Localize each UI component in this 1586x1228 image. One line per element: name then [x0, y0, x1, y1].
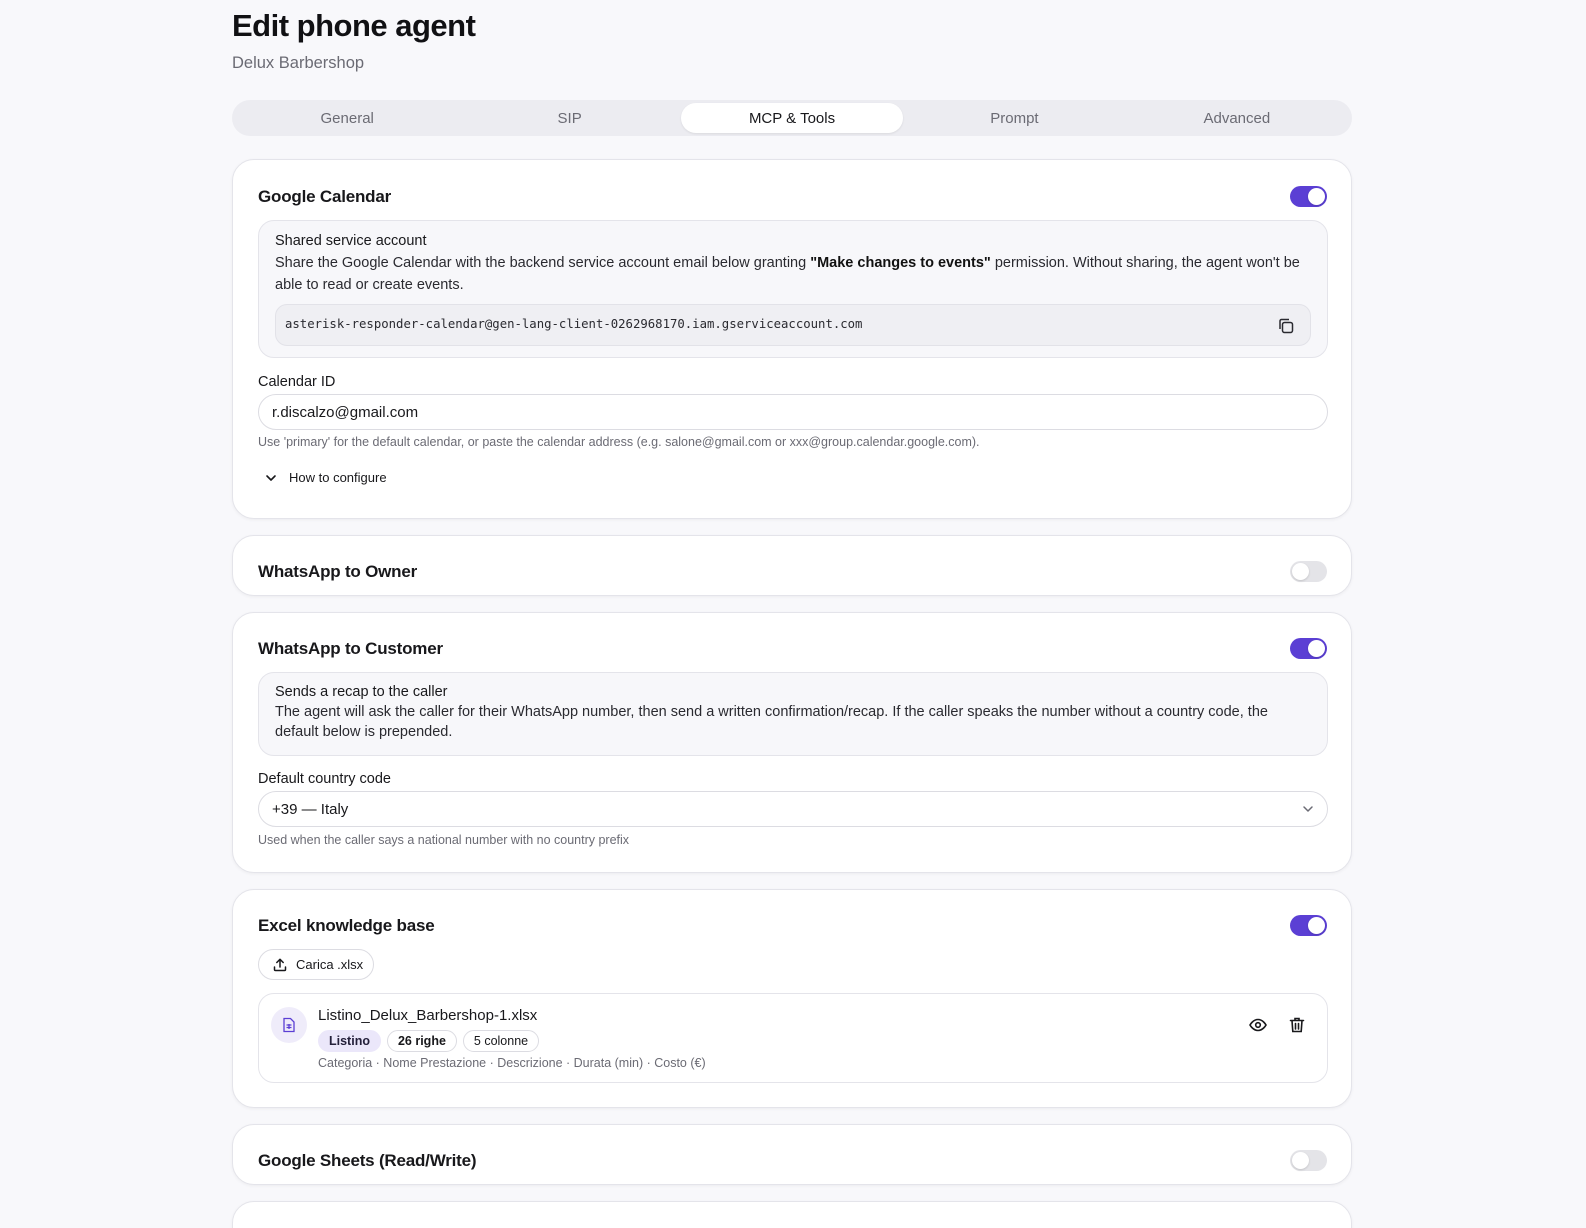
chevron-down-icon [266, 474, 276, 481]
whatsapp-owner-card: WhatsApp to Owner [232, 535, 1352, 596]
spreadsheet-file-icon [271, 1007, 307, 1043]
service-email: asterisk-responder-calendar@gen-lang-cli… [285, 317, 863, 331]
how-to-configure-toggle[interactable]: How to configure [265, 470, 387, 485]
country-code-select[interactable]: +39 — Italy [258, 791, 1328, 827]
country-code-value: +39 — Italy [272, 800, 349, 818]
service-account-info: Shared service account Share the Google … [258, 220, 1328, 358]
trash-icon[interactable] [1287, 1015, 1307, 1035]
file-item: Listino_Delux_Barbershop-1.xlsx Listino … [258, 993, 1328, 1083]
excel-kb-toggle[interactable] [1290, 915, 1327, 936]
chevron-down-icon [1303, 806, 1313, 812]
whatsapp-customer-toggle[interactable] [1290, 638, 1327, 659]
recap-info-text: The agent will ask the caller for their … [275, 704, 1268, 740]
country-code-hint: Used when the caller says a national num… [258, 833, 630, 847]
google-sheets-card: Google Sheets (Read/Write) [232, 1124, 1352, 1185]
google-calendar-card: Google Calendar Shared service account S… [232, 159, 1352, 519]
next-tool-card [232, 1201, 1352, 1228]
tab-bar: General SIP MCP & Tools Prompt Advanced [232, 100, 1352, 136]
upload-xlsx-label: Carica .xlsx [296, 957, 364, 972]
tab-advanced[interactable]: Advanced [1126, 103, 1348, 133]
tab-sip[interactable]: SIP [458, 103, 680, 133]
file-name: Listino_Delux_Barbershop-1.xlsx [318, 1007, 538, 1024]
google-calendar-toggle[interactable] [1290, 186, 1327, 207]
whatsapp-customer-card: WhatsApp to Customer Sends a recap to th… [232, 612, 1352, 873]
file-columns: Categoria · Nome Prestazione · Descrizio… [318, 1056, 706, 1070]
eye-icon[interactable] [1248, 1015, 1268, 1035]
calendar-id-label: Calendar ID [258, 374, 336, 390]
excel-kb-title: Excel knowledge base [258, 916, 435, 935]
whatsapp-customer-title: WhatsApp to Customer [258, 639, 443, 658]
recap-info: Sends a recap to the caller The agent wi… [258, 672, 1328, 756]
upload-xlsx-button[interactable]: Carica .xlsx [258, 949, 374, 980]
row-count-badge: 26 righe [386, 1030, 457, 1052]
upload-icon [273, 958, 287, 971]
tab-prompt[interactable]: Prompt [903, 103, 1125, 133]
column-count-badge: 5 colonne [462, 1030, 540, 1052]
service-email-box: asterisk-responder-calendar@gen-lang-cli… [275, 304, 1311, 346]
google-sheets-title: Google Sheets (Read/Write) [258, 1151, 477, 1170]
how-to-configure-label: How to configure [289, 470, 387, 485]
google-calendar-title: Google Calendar [258, 187, 392, 206]
country-code-label: Default country code [258, 771, 391, 787]
page-subtitle: Delux Barbershop [232, 54, 365, 72]
service-account-description: Share the Google Calendar with the backe… [275, 255, 1300, 293]
excel-kb-card: Excel knowledge base Carica .xlsx Listin… [232, 889, 1352, 1108]
google-sheets-toggle[interactable] [1290, 1150, 1327, 1171]
tab-mcp-tools[interactable]: MCP & Tools [680, 103, 904, 133]
recap-info-title: Sends a recap to the caller [275, 684, 448, 700]
tab-general[interactable]: General [236, 103, 458, 133]
whatsapp-owner-title: WhatsApp to Owner [258, 562, 418, 581]
file-type-badge: Listino [318, 1030, 381, 1052]
file-badges: Listino 26 righe 5 colonne [318, 1030, 540, 1052]
calendar-id-input[interactable]: r.discalzo@gmail.com [258, 394, 1328, 430]
service-account-title: Shared service account [275, 233, 427, 249]
copy-icon[interactable] [1276, 316, 1296, 336]
whatsapp-owner-toggle[interactable] [1290, 561, 1327, 582]
calendar-id-hint: Use 'primary' for the default calendar, … [258, 435, 980, 449]
page-title: Edit phone agent [232, 8, 476, 43]
